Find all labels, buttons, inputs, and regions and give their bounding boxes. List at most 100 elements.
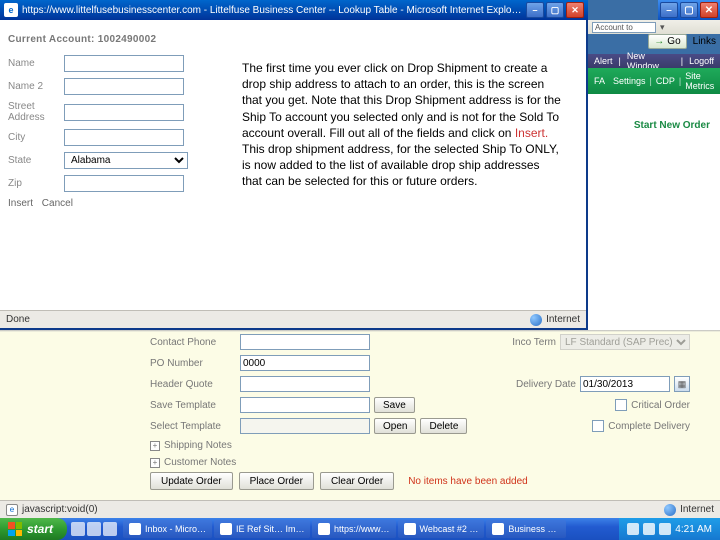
main-status-bar: e javascript:void(0) Internet <box>0 500 720 518</box>
taskbar-item[interactable]: https://www… <box>312 520 396 538</box>
order-form-area: Contact Phone Inco Term LF Standard (SAP… <box>0 330 720 510</box>
save-template-input[interactable] <box>240 397 370 413</box>
popup-close-button[interactable]: ✕ <box>566 2 584 18</box>
nav-fa[interactable]: FA <box>594 76 605 86</box>
app-nav-bar: FA Settings | CDP | Site Metrics <box>588 68 720 94</box>
status-done: Done <box>0 314 36 325</box>
status-zone: Internet <box>546 314 580 325</box>
app-icon <box>492 523 504 535</box>
nav-settings[interactable]: Settings <box>613 76 646 86</box>
ie-icon: e <box>6 504 18 516</box>
minimize-button[interactable]: – <box>660 2 678 18</box>
app-icon <box>220 523 232 535</box>
popup-body: Current Account: 1002490002 Name Name 2 … <box>0 20 588 330</box>
main-window-buttons: – ▢ ✕ <box>658 0 720 20</box>
name-label: Name <box>8 58 64 69</box>
popup-maximize-button[interactable]: ▢ <box>546 2 564 18</box>
clear-order-button[interactable]: Clear Order <box>320 472 394 490</box>
globe-icon <box>664 504 676 516</box>
go-button[interactable]: →Go <box>648 34 686 49</box>
save-template-label: Save Template <box>150 400 240 411</box>
critical-order-checkbox[interactable] <box>615 399 627 411</box>
po-number-label: PO Number <box>150 358 240 369</box>
complete-delivery-label: Complete Delivery <box>608 421 690 432</box>
save-button[interactable]: Save <box>374 397 415 413</box>
tray-icon[interactable] <box>627 523 639 535</box>
nav-site-metrics[interactable]: Site Metrics <box>685 71 714 91</box>
zip-input[interactable] <box>64 175 184 192</box>
taskbar-item[interactable]: Business … <box>486 520 566 538</box>
start-new-order-link[interactable]: Start New Order <box>588 94 720 157</box>
update-order-button[interactable]: Update Order <box>150 472 233 490</box>
insert-highlight: Insert. <box>515 126 548 140</box>
taskbar-item[interactable]: Inbox - Micro… <box>123 520 212 538</box>
open-button[interactable]: Open <box>374 418 416 434</box>
address-text: Account to Prom <box>592 22 656 33</box>
tray-icon[interactable] <box>659 523 671 535</box>
ql-icon[interactable] <box>103 522 117 536</box>
city-input[interactable] <box>64 129 184 146</box>
app-icon <box>129 523 141 535</box>
complete-delivery-checkbox[interactable] <box>592 420 604 432</box>
select-template-label: Select Template <box>150 421 240 432</box>
delete-button[interactable]: Delete <box>420 418 467 434</box>
name2-label: Name 2 <box>8 81 64 92</box>
delivery-date-label: Delivery Date <box>516 379 576 390</box>
contact-phone-input[interactable] <box>240 334 370 350</box>
cancel-link[interactable]: Cancel <box>42 198 73 209</box>
popup-status-bar: Done Internet <box>0 310 586 328</box>
state-select[interactable]: Alabama <box>64 152 188 169</box>
nav-cdp[interactable]: CDP <box>656 76 675 86</box>
header-alert[interactable]: Alert <box>594 56 613 66</box>
quick-launch <box>71 522 117 536</box>
close-button[interactable]: ✕ <box>700 2 718 18</box>
header-quote-label: Header Quote <box>150 379 240 390</box>
state-label: State <box>8 155 64 166</box>
city-label: City <box>8 132 64 143</box>
contact-phone-label: Contact Phone <box>150 337 240 348</box>
popup-title-bar: e https://www.littelfusebusinesscenter.c… <box>0 0 588 20</box>
zip-label: Zip <box>8 178 64 189</box>
app-icon <box>404 523 416 535</box>
status-text: javascript:void(0) <box>22 504 98 515</box>
insert-link[interactable]: Insert <box>8 198 33 209</box>
name-input[interactable] <box>64 55 184 72</box>
current-account-label: Current Account: 1002490002 <box>8 34 234 45</box>
links-label: Links <box>693 36 716 47</box>
no-items-warning: No items have been added <box>408 476 528 487</box>
header-quote-input[interactable] <box>240 376 370 392</box>
street-label: Street Address <box>8 101 64 123</box>
taskbar-item[interactable]: Webcast #2 … <box>398 520 485 538</box>
address-bar-fragment: Account to Prom ▾ <box>588 20 720 34</box>
ql-icon[interactable] <box>87 522 101 536</box>
delivery-date-input[interactable] <box>580 376 670 392</box>
ql-icon[interactable] <box>71 522 85 536</box>
po-number-input[interactable] <box>240 355 370 371</box>
clock: 4:21 AM <box>675 524 712 535</box>
calendar-icon[interactable]: ▦ <box>674 376 690 392</box>
start-button[interactable]: start <box>0 518 67 540</box>
customer-notes-toggle[interactable]: +Customer Notes <box>150 457 690 468</box>
instruction-text: The first time you ever click on Drop Sh… <box>242 60 562 190</box>
status-zone: Internet <box>680 504 714 515</box>
taskbar: start Inbox - Micro… IE Ref Sit… Im… htt… <box>0 518 720 540</box>
street-input[interactable] <box>64 104 184 121</box>
popup-title: https://www.littelfusebusinesscenter.com… <box>22 5 526 16</box>
inco-term-label: Inco Term <box>512 337 556 348</box>
maximize-button[interactable]: ▢ <box>680 2 698 18</box>
place-order-button[interactable]: Place Order <box>239 472 314 490</box>
ie-icon: e <box>4 3 18 17</box>
globe-icon <box>530 314 542 326</box>
shipping-notes-toggle[interactable]: +Shipping Notes <box>150 440 690 451</box>
app-icon <box>318 523 330 535</box>
tray-icon[interactable] <box>643 523 655 535</box>
header-logoff[interactable]: Logoff <box>689 56 714 66</box>
name2-input[interactable] <box>64 78 184 95</box>
app-header-strip: Alert | New Window | Logoff <box>588 54 720 68</box>
taskbar-item[interactable]: IE Ref Sit… Im… <box>214 520 310 538</box>
windows-logo-icon <box>8 522 22 536</box>
popup-minimize-button[interactable]: – <box>526 2 544 18</box>
critical-order-label: Critical Order <box>631 400 690 411</box>
inco-term-select: LF Standard (SAP Prec) <box>560 334 690 350</box>
select-template-input[interactable] <box>240 418 370 434</box>
